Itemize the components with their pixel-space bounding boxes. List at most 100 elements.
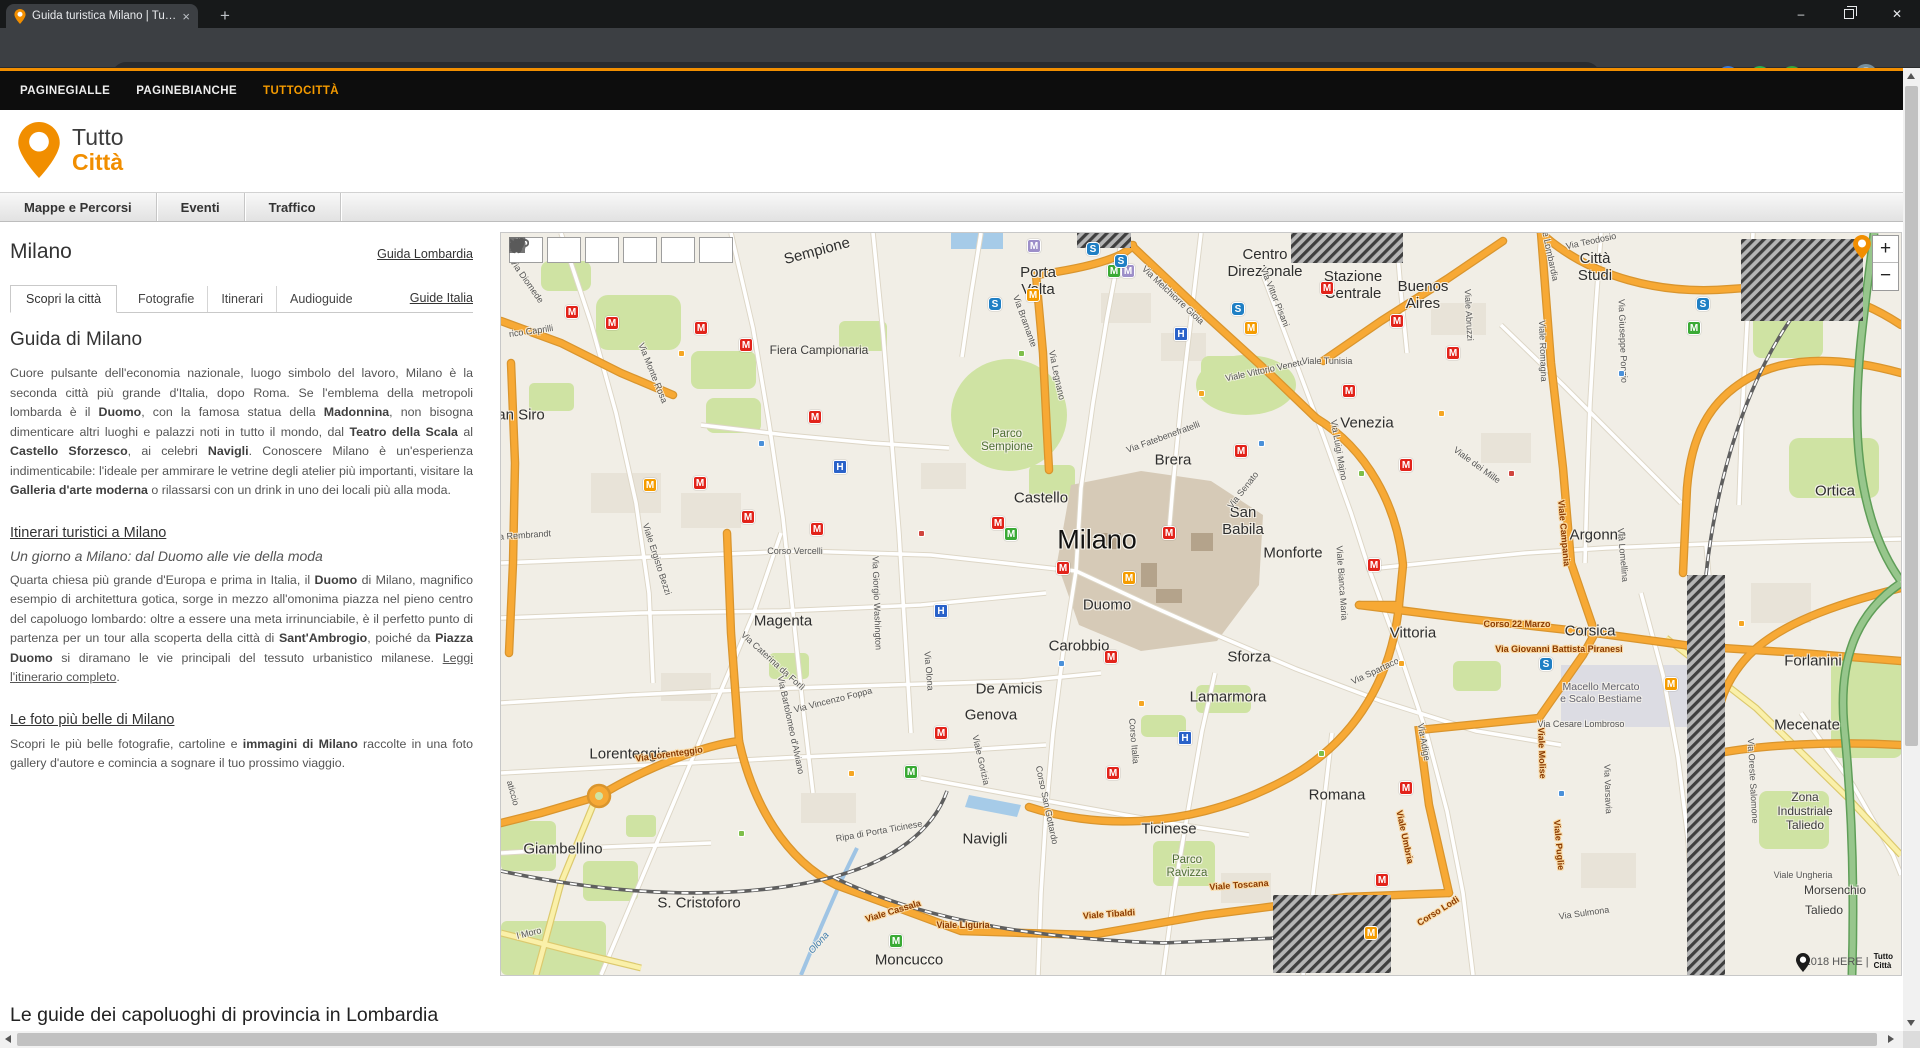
map-label: Giambellino	[523, 841, 602, 858]
map-marker-s-icon[interactable]: S	[1086, 242, 1100, 256]
guida-lombardia-link[interactable]: Guida Lombardia	[377, 247, 473, 261]
itinerari-section-link[interactable]: Itinerari turistici a Milano	[10, 525, 166, 541]
map-marker-red-icon[interactable]: M	[605, 316, 619, 330]
map-marker-red-icon[interactable]: M	[1390, 314, 1404, 328]
map-label: Via Teodosio	[1565, 232, 1617, 251]
map-canvas[interactable]: MilanoCastelloSan BabilaMonforteDuomoCar…	[500, 232, 1902, 976]
map-label: Via Sulmona	[1558, 905, 1610, 922]
map-marker-red-icon[interactable]: M	[741, 510, 755, 524]
map-marker-red-icon[interactable]: M	[1056, 561, 1070, 575]
map-marker-orange-icon[interactable]: M	[1364, 926, 1378, 940]
map-marker-red-icon[interactable]: M	[1342, 384, 1356, 398]
tab-close-icon[interactable]: ×	[182, 9, 190, 24]
tab-scopri-la-citta[interactable]: Scopri la città	[10, 285, 117, 313]
map-marker-red-icon[interactable]: M	[991, 516, 1005, 530]
map-marker-red-icon[interactable]: M	[1367, 558, 1381, 572]
tab-fotografie[interactable]: Fotografie	[125, 286, 208, 312]
map-marker-red-icon[interactable]: M	[1446, 346, 1460, 360]
map-marker-h-icon[interactable]: H	[934, 604, 948, 618]
map-marker-red-icon[interactable]: M	[694, 321, 708, 335]
map-label: Corso 22 Marzo	[1483, 619, 1550, 629]
android-button[interactable]	[699, 237, 733, 263]
browser-tab[interactable]: Guida turistica Milano | Tuttocittà ×	[6, 4, 198, 28]
map-marker-red-icon[interactable]: M	[934, 726, 948, 740]
map-label: Ortica	[1815, 483, 1855, 500]
apple-button[interactable]	[661, 237, 695, 263]
map-poi-icon	[1198, 390, 1205, 397]
tab-itinerari[interactable]: Itinerari	[208, 286, 277, 312]
scrollbar-corner	[1903, 1031, 1920, 1048]
map-marker-h-icon[interactable]: H	[1178, 731, 1192, 745]
map-marker-red-icon[interactable]: M	[1375, 873, 1389, 887]
map-marker-s-icon[interactable]: S	[1114, 254, 1128, 268]
nav-tuttocitta[interactable]: TUTTOCITTÀ	[263, 85, 339, 97]
map-poi-icon	[918, 530, 925, 537]
map-marker-h-icon[interactable]: H	[1174, 327, 1188, 341]
map-marker-red-icon[interactable]: M	[810, 522, 824, 536]
nav-paginegialle[interactable]: PAGINEGIALLE	[20, 85, 110, 97]
map-label: Viale Campania	[1556, 500, 1572, 567]
guide-italia-link[interactable]: Guide Italia	[410, 291, 473, 312]
map-marker-purple-icon[interactable]: M	[1027, 239, 1041, 253]
map-poi-icon	[1508, 470, 1515, 477]
facebook-button[interactable]	[585, 237, 619, 263]
map-marker-red-icon[interactable]: M	[1106, 766, 1120, 780]
foto-section-link[interactable]: Le foto più belle di Milano	[10, 712, 174, 728]
map-label: Viale Gorizia	[970, 734, 991, 786]
link-button[interactable]	[547, 237, 581, 263]
scroll-right-arrow[interactable]	[1888, 1035, 1894, 1043]
map-marker-red-icon[interactable]: M	[1234, 444, 1248, 458]
map-marker-red-icon[interactable]: M	[1399, 458, 1413, 472]
map-marker-s-icon[interactable]: S	[1696, 297, 1710, 311]
map-marker-green-icon[interactable]: M	[1004, 527, 1018, 541]
logo-line1: Tutto	[72, 125, 124, 150]
horizontal-scrollbar[interactable]	[0, 1031, 1920, 1048]
map-poi-icon	[738, 830, 745, 837]
vertical-scroll-thumb[interactable]	[1905, 86, 1918, 746]
map-marker-red-icon[interactable]: M	[1399, 781, 1413, 795]
site-logo[interactable]: TuttoCittà	[18, 122, 124, 178]
map-marker-green-icon[interactable]: M	[889, 934, 903, 948]
map-marker-s-icon[interactable]: S	[1231, 302, 1245, 316]
nav-paginebianche[interactable]: PAGINEBIANCHE	[136, 85, 237, 97]
tab-audioguide[interactable]: Audioguide	[277, 286, 366, 312]
map-marker-orange-icon[interactable]: M	[643, 478, 657, 492]
map-marker-red-icon[interactable]: M	[1320, 281, 1334, 295]
map-poi-icon	[758, 440, 765, 447]
map-marker-green-icon[interactable]: M	[904, 765, 918, 779]
window-minimize-button[interactable]: –	[1778, 0, 1824, 28]
map-marker-s-icon[interactable]: S	[1539, 657, 1553, 671]
scroll-down-arrow[interactable]	[1907, 1020, 1915, 1026]
map-marker-red-icon[interactable]: M	[1104, 650, 1118, 664]
map-label: Via Giorgio Washington	[870, 556, 883, 650]
horizontal-scroll-thumb[interactable]	[17, 1033, 1877, 1046]
nav-traffico[interactable]: Traffico	[245, 193, 341, 221]
map-marker-h-icon[interactable]: H	[833, 460, 847, 474]
window-close-button[interactable]: ✕	[1874, 0, 1920, 28]
window-restore-button[interactable]	[1826, 0, 1872, 28]
map-marker-s-icon[interactable]: S	[988, 297, 1002, 311]
map-label: Corso Lodi	[1415, 894, 1461, 928]
map-label: Viale Ungheria	[1774, 870, 1833, 880]
map-marker-red-icon[interactable]: M	[739, 338, 753, 352]
zoom-out-button[interactable]: −	[1873, 263, 1898, 290]
map-marker-red-icon[interactable]: M	[1162, 526, 1176, 540]
map-marker-orange-icon[interactable]: M	[1664, 677, 1678, 691]
nav-mappe-e-percorsi[interactable]: Mappe e Percorsi	[0, 193, 157, 221]
map-marker-red-icon[interactable]: M	[808, 410, 822, 424]
zoom-in-button[interactable]: +	[1873, 236, 1898, 263]
map-marker-orange-icon[interactable]: M	[1122, 571, 1136, 585]
map-marker-orange-icon[interactable]: M	[1244, 321, 1258, 335]
scroll-left-arrow[interactable]	[5, 1035, 11, 1043]
logo-pin-icon	[18, 122, 60, 178]
new-tab-button[interactable]: +	[212, 4, 238, 28]
map-label: Viale Lombardia	[1537, 232, 1560, 282]
map-marker-red-icon[interactable]: M	[565, 305, 579, 319]
map-marker-red-icon[interactable]: M	[693, 476, 707, 490]
twitter-button[interactable]	[623, 237, 657, 263]
vertical-scrollbar[interactable]	[1903, 68, 1920, 1031]
nav-eventi[interactable]: Eventi	[157, 193, 245, 221]
map-marker-orange-icon[interactable]: M	[1026, 288, 1040, 302]
map-marker-green-icon[interactable]: M	[1687, 321, 1701, 335]
scroll-up-arrow[interactable]	[1907, 73, 1915, 79]
